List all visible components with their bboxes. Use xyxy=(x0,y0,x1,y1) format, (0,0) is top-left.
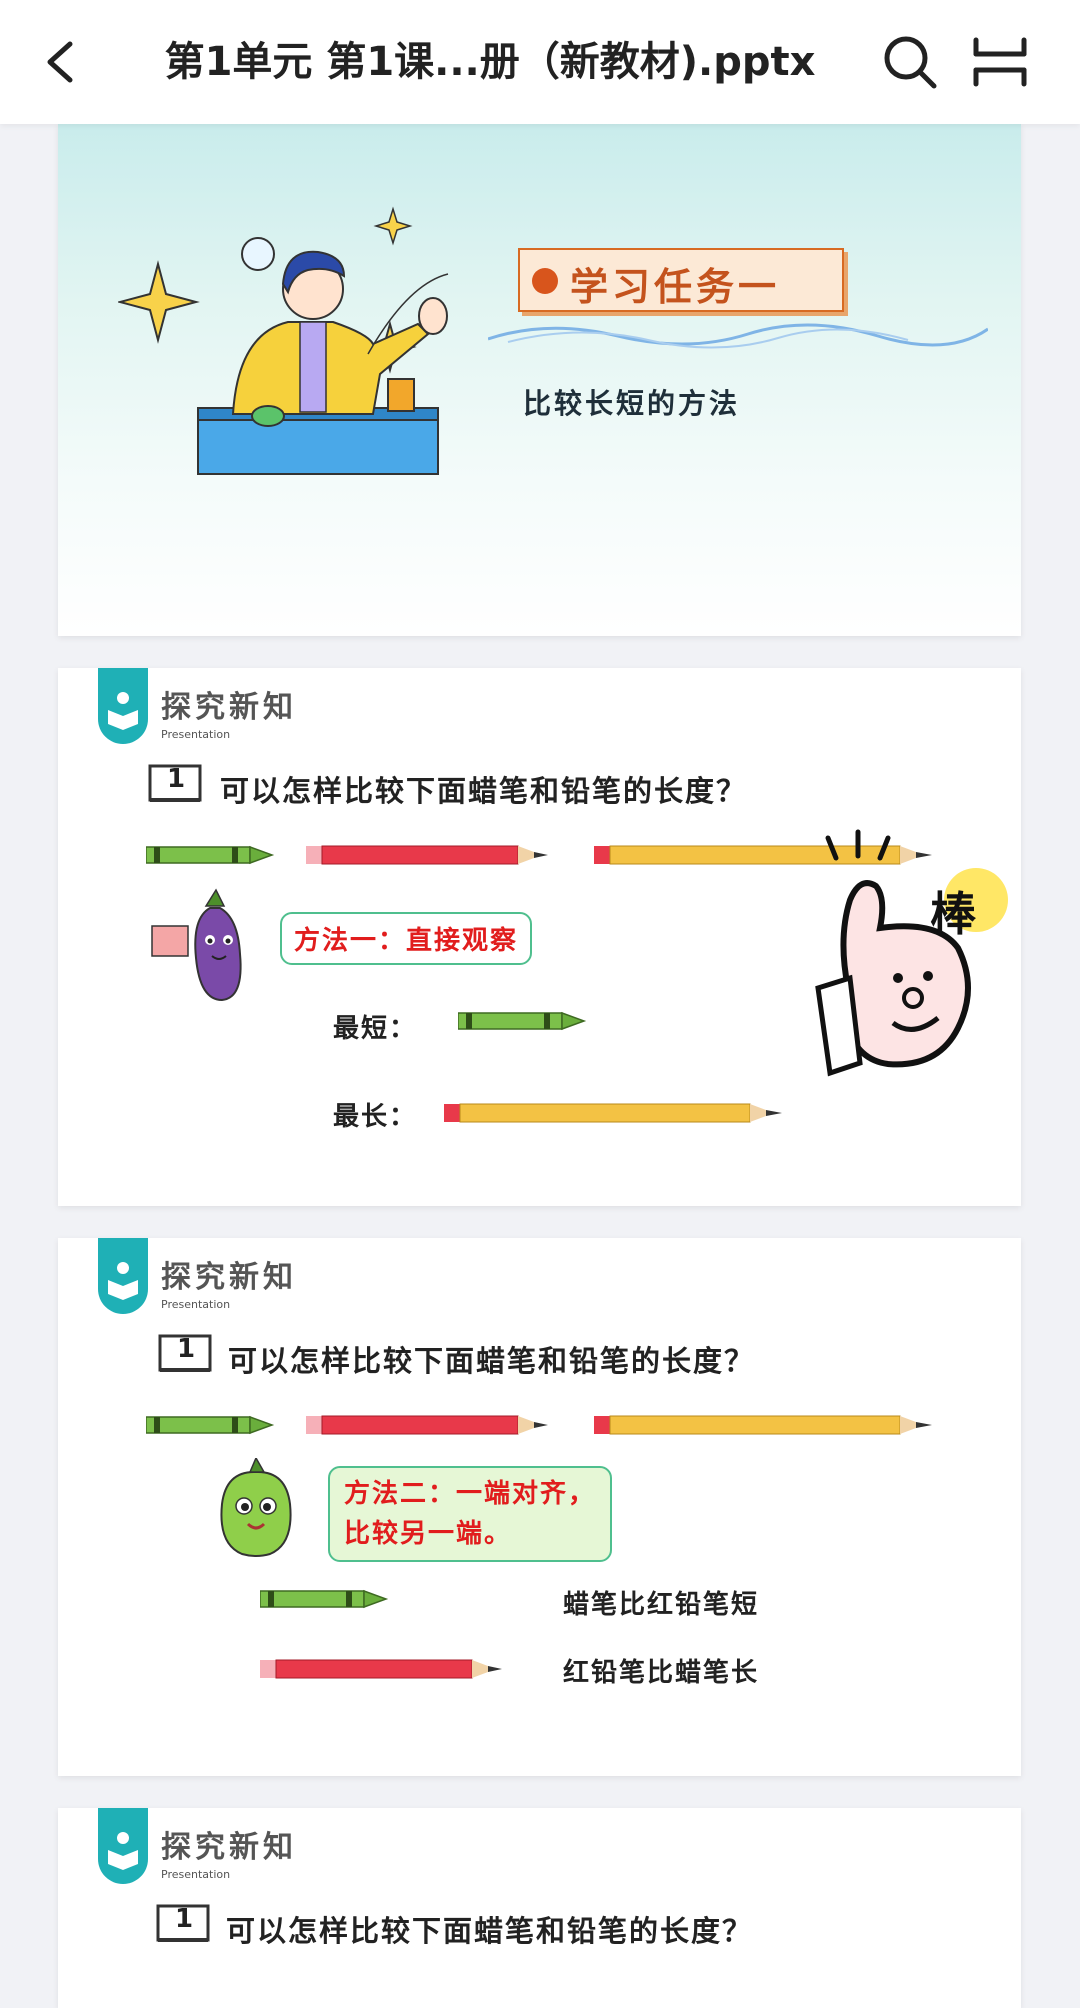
menu-button[interactable] xyxy=(968,30,1032,94)
menu-icon xyxy=(973,37,1027,87)
slide-thumbnail-4[interactable]: 探究新知 Presentation 1 可以怎样比较下面蜡笔和铅笔的长度？ xyxy=(58,1808,1021,2008)
aligned-red-pencil xyxy=(260,1659,502,1679)
sticker-text: 棒 xyxy=(930,887,976,941)
question-number: 1 xyxy=(177,1334,196,1364)
slide-thumbnail-2[interactable]: 探究新知 Presentation 1 可以怎样比较下面蜡笔和铅笔的长度？ 方法… xyxy=(58,668,1021,1206)
slide-thumbnail-3[interactable]: 探究新知 Presentation 1 可以怎样比较下面蜡笔和铅笔的长度？ 方法… xyxy=(58,1238,1021,1776)
task-subtitle: 比较长短的方法 xyxy=(523,387,741,420)
green-crayon xyxy=(146,1415,275,1435)
comparison-result-1: 蜡笔比红铅笔短 xyxy=(563,1590,760,1620)
method-text: 方法一：直接观察 xyxy=(294,926,519,956)
yellow-pencil xyxy=(594,1415,932,1435)
longest-label: 最长： xyxy=(333,1102,418,1132)
method-bubble: 方法一：直接观察 xyxy=(280,912,533,965)
question-number: 1 xyxy=(175,1904,194,1934)
method-text-line2: 比较另一端。 xyxy=(344,1519,513,1549)
method-text-line1: 方法二：一端对齐， xyxy=(344,1479,597,1509)
question-text: 可以怎样比较下面蜡笔和铅笔的长度？ xyxy=(220,774,748,808)
wave-decoration xyxy=(488,323,988,349)
shortest-crayon xyxy=(458,1011,587,1031)
teacher-illustration xyxy=(118,206,449,475)
book-reader-icon xyxy=(108,1832,138,1870)
section-title: 探究新知 xyxy=(161,1830,297,1865)
comparison-result-2: 红铅笔比蜡笔长 xyxy=(563,1658,760,1688)
method-bubble: 方法二：一端对齐， 比较另一端。 xyxy=(328,1466,613,1562)
red-pencil xyxy=(306,845,548,865)
section-tab xyxy=(98,668,148,744)
question-number: 1 xyxy=(167,764,186,794)
book-reader-icon xyxy=(108,692,138,730)
search-icon xyxy=(884,36,937,89)
book-reader-icon xyxy=(108,1262,138,1300)
task-title-box: 学习任务一 xyxy=(518,248,844,312)
thumbs-up-sticker xyxy=(815,829,1008,1077)
eggplant-character xyxy=(151,888,242,1002)
question-text: 可以怎样比较下面蜡笔和铅笔的长度？ xyxy=(228,1344,756,1378)
question-text: 可以怎样比较下面蜡笔和铅笔的长度？ xyxy=(226,1914,754,1948)
section-title: 探究新知 xyxy=(161,1260,297,1295)
back-button[interactable] xyxy=(30,30,94,94)
section-title: 探究新知 xyxy=(161,690,297,725)
shortest-label: 最短： xyxy=(333,1014,418,1044)
green-crayon xyxy=(146,845,275,865)
longest-pencil xyxy=(444,1103,782,1123)
aligned-green-crayon xyxy=(260,1589,389,1609)
slide-thumbnail-1[interactable]: 学习任务一 比较长短的方法 xyxy=(58,124,1021,636)
section-tab xyxy=(98,1238,148,1314)
section-tab xyxy=(98,1808,148,1884)
red-pencil xyxy=(306,1415,548,1435)
search-button[interactable] xyxy=(878,30,942,94)
section-subtitle: Presentation xyxy=(161,728,231,741)
bullet-dot xyxy=(532,268,558,294)
task-title: 学习任务一 xyxy=(570,264,781,309)
section-subtitle: Presentation xyxy=(161,1298,231,1311)
app-header: 第1单元 第1课...册（新教材).pptx xyxy=(0,0,1080,124)
chevron-left-icon xyxy=(47,41,73,83)
section-subtitle: Presentation xyxy=(161,1868,231,1881)
pepper-character xyxy=(220,1458,292,1557)
document-title: 第1单元 第1课...册（新教材).pptx xyxy=(164,39,816,85)
